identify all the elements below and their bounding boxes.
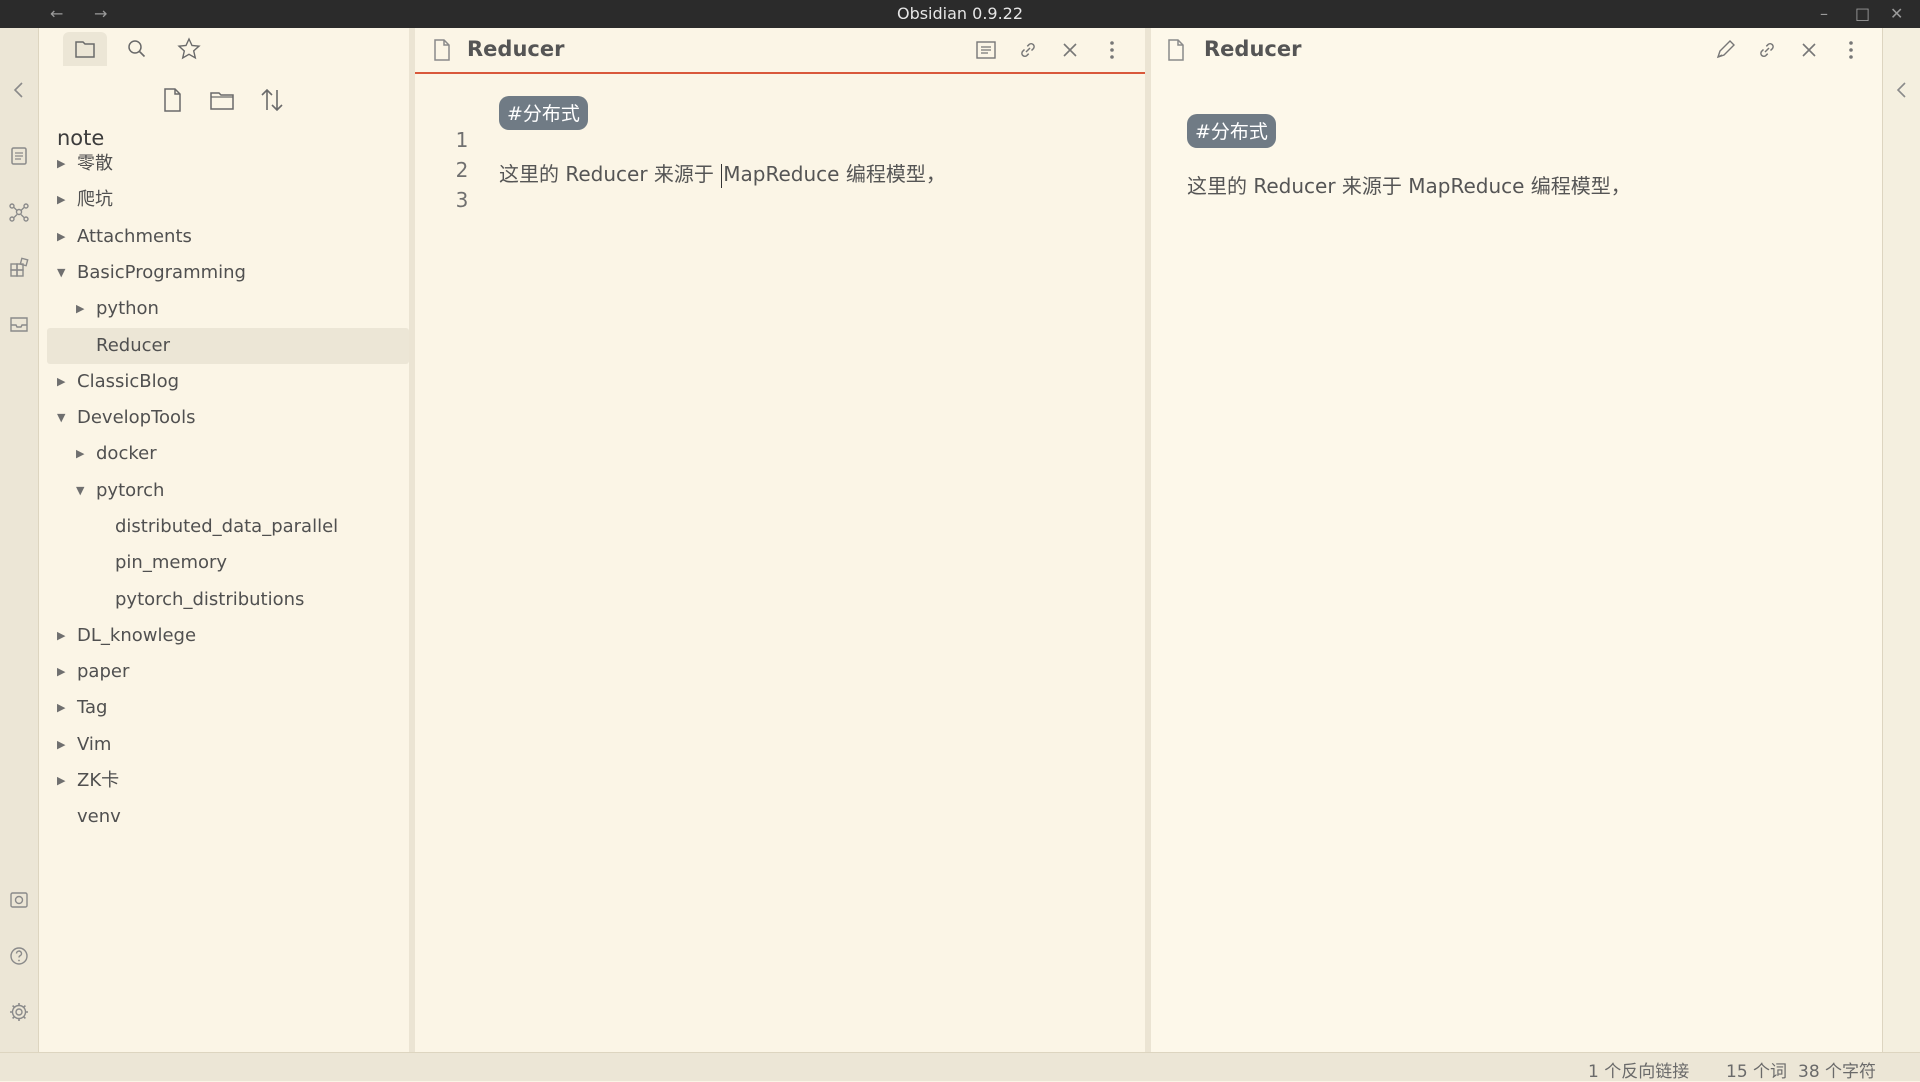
explorer-actions <box>39 80 409 120</box>
tab-file-explorer[interactable] <box>63 32 107 66</box>
collapsed-caret-icon: ▶ <box>57 738 66 751</box>
tag-pill[interactable]: #分布式 <box>499 96 588 130</box>
tree-file[interactable]: pin_memory <box>47 545 409 581</box>
more-options-icon[interactable] <box>1838 37 1864 63</box>
editor-header: Reducer <box>415 28 1145 72</box>
line-number: 1 <box>455 128 469 152</box>
tree-folder[interactable]: ▶ Tag <box>47 690 409 726</box>
open-quick-switcher-icon[interactable] <box>5 142 33 170</box>
sidebar-tab-bar <box>63 28 243 68</box>
tree-file-active[interactable]: Reducer <box>47 328 409 364</box>
collapse-left-icon[interactable] <box>5 76 33 104</box>
window-title: Obsidian 0.9.22 <box>896 4 1024 23</box>
new-folder-icon[interactable] <box>206 84 238 116</box>
close-pane-icon[interactable] <box>1796 37 1822 63</box>
backlinks-count[interactable]: 1 个反向链接 <box>1588 1057 1689 1082</box>
right-ribbon <box>1882 28 1920 1052</box>
preview-title[interactable]: Reducer <box>1204 37 1301 61</box>
char-count: 38 个字符 <box>1798 1062 1877 1082</box>
collapsed-caret-icon: ▶ <box>76 302 85 315</box>
document-icon <box>429 37 455 63</box>
tree-folder[interactable]: ▶ docker <box>47 436 409 472</box>
tab-search[interactable] <box>115 32 159 66</box>
preview-header: Reducer <box>1151 28 1882 72</box>
tree-folder[interactable]: ▼ BasicProgramming <box>47 255 409 291</box>
tree-folder[interactable]: ▶ ClassicBlog <box>47 364 409 400</box>
tree-file[interactable]: venv <box>47 799 409 835</box>
collapsed-caret-icon: ▶ <box>57 665 66 678</box>
tree-folder[interactable]: ▼ pytorch <box>47 473 409 509</box>
more-options-icon[interactable] <box>1099 37 1125 63</box>
editor-line-1[interactable]: #分布式 <box>499 96 588 130</box>
dashboard-icon[interactable] <box>5 254 33 282</box>
link-icon[interactable] <box>1015 37 1041 63</box>
collapsed-caret-icon: ▶ <box>57 230 66 243</box>
collapsed-caret-icon: ▶ <box>57 157 66 170</box>
link-icon[interactable] <box>1754 37 1780 63</box>
collapsed-caret-icon: ▶ <box>57 701 66 714</box>
expanded-caret-icon: ▼ <box>57 411 66 424</box>
edit-mode-icon[interactable] <box>1712 37 1738 63</box>
line-text: MapReduce 编程模型， <box>723 162 946 186</box>
collapsed-caret-icon: ▶ <box>57 375 66 388</box>
expanded-caret-icon: ▼ <box>57 266 66 279</box>
line-number: 2 <box>455 158 469 182</box>
collapsed-caret-icon: ▶ <box>57 629 66 642</box>
collapsed-caret-icon: ▶ <box>57 774 66 787</box>
word-count: 15 个词 <box>1726 1062 1788 1082</box>
line-number: 3 <box>455 188 469 212</box>
vault-switch-icon[interactable] <box>5 886 33 914</box>
preview-tag-container: #分布式 <box>1187 114 1276 148</box>
close-window-icon[interactable]: ✕ <box>1890 0 1903 28</box>
tree-file[interactable]: distributed_data_parallel <box>47 509 409 545</box>
tree-folder[interactable]: ▶ paper <box>47 654 409 690</box>
left-ribbon <box>0 28 39 1052</box>
collapse-right-icon[interactable] <box>1888 76 1916 104</box>
active-pane-indicator <box>415 72 1145 74</box>
tree-folder[interactable]: ▶ python <box>47 291 409 327</box>
editor-pane: Reducer 1 2 3 #分布式 这里的 Reducer 来源于 MapRe… <box>415 28 1145 1052</box>
preview-mode-icon[interactable] <box>973 37 999 63</box>
tag-pill[interactable]: #分布式 <box>1187 114 1276 148</box>
tree-folder[interactable]: ▶ 零散 <box>47 146 409 182</box>
tree-folder[interactable]: ▶ Vim <box>47 727 409 763</box>
document-icon <box>1163 37 1189 63</box>
new-note-icon[interactable] <box>156 84 188 116</box>
left-sidebar: note ▶ 零散 ▶ 爬坑 ▶ Attachments ▼ BasicProgramm… <box>39 28 415 1052</box>
collapsed-caret-icon: ▶ <box>76 447 85 460</box>
editor-title[interactable]: Reducer <box>467 37 564 61</box>
expanded-caret-icon: ▼ <box>76 484 85 497</box>
inbox-icon[interactable] <box>5 310 33 338</box>
tab-starred[interactable] <box>167 32 211 66</box>
tree-folder[interactable]: ▶ ZK卡 <box>47 763 409 799</box>
tree-folder[interactable]: ▶ 爬坑 <box>47 182 409 218</box>
tree-file[interactable]: pytorch_distributions <box>47 582 409 618</box>
settings-gear-icon[interactable] <box>5 998 33 1026</box>
tree-folder[interactable]: ▼ DevelopTools <box>47 400 409 436</box>
help-icon[interactable] <box>5 942 33 970</box>
title-bar: ← → Obsidian 0.9.22 – □ ✕ <box>0 0 1920 28</box>
graph-view-icon[interactable] <box>5 198 33 226</box>
status-bar: 1 个反向链接 15 个词 38 个字符 <box>0 1052 1920 1082</box>
line-text: 这里的 Reducer 来源于 <box>499 162 721 186</box>
close-pane-icon[interactable] <box>1057 37 1083 63</box>
preview-pane: Reducer #分布式 这里的 Reducer 来源于 MapReduce 编… <box>1151 28 1882 1052</box>
tree-folder[interactable]: ▶ Attachments <box>47 219 409 255</box>
preview-paragraph: 这里的 Reducer 来源于 MapReduce 编程模型， <box>1187 174 1631 198</box>
tree-folder[interactable]: ▶ DL_knowlege <box>47 618 409 654</box>
sort-order-icon[interactable] <box>256 84 288 116</box>
collapsed-caret-icon: ▶ <box>57 193 66 206</box>
minimize-icon[interactable]: – <box>1820 0 1828 28</box>
editor-line-3[interactable]: 这里的 Reducer 来源于 MapReduce 编程模型， <box>499 158 946 188</box>
maximize-icon[interactable]: □ <box>1855 0 1870 28</box>
